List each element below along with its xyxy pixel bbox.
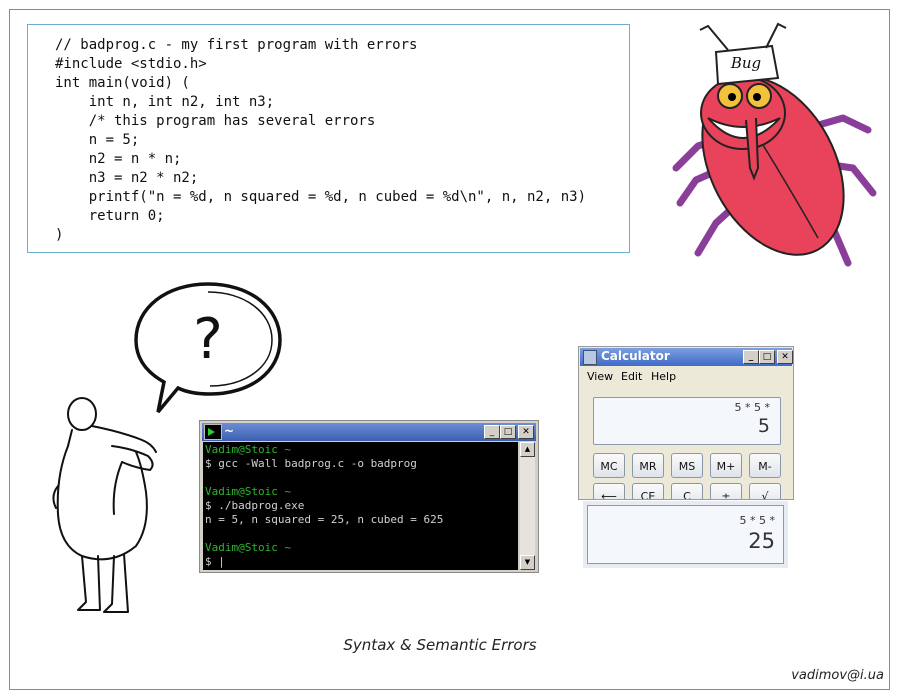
ce-button[interactable]: CE: [632, 483, 664, 499]
calculator-window: Calculator _ □ ✕ View Edit Help 5 * 5 * …: [578, 346, 794, 500]
code-line: return 0;: [55, 208, 165, 224]
code-line: ): [55, 227, 64, 243]
author-email: vadimov@i.ua: [791, 668, 884, 683]
menu-edit[interactable]: Edit: [621, 370, 642, 383]
menu-help[interactable]: Help: [651, 370, 676, 383]
clear-button[interactable]: C: [671, 483, 703, 499]
code-line: // badprog.c - my first program with err…: [55, 37, 418, 53]
terminal-scrollbar[interactable]: ▲ ▼: [520, 442, 535, 570]
display-expression: 5 * 5 *: [734, 401, 771, 414]
m-minus-button[interactable]: M-: [749, 453, 781, 478]
terminal-line: n = 5, n squared = 25, n cubed = 625: [205, 513, 444, 526]
m-plus-button[interactable]: M+: [710, 453, 742, 478]
menu-view[interactable]: View: [587, 370, 613, 383]
question-mark: ?: [193, 307, 223, 372]
ms-button[interactable]: MS: [671, 453, 703, 478]
result-value: 25: [748, 529, 775, 553]
terminal-window: ~ _ □ ✕ Vadim@Stoic ~ $ gcc -Wall badpro…: [199, 420, 539, 573]
display-value: 5: [757, 415, 770, 437]
code-line: int n, int n2, int n3;: [55, 94, 275, 110]
maximize-button[interactable]: □: [759, 350, 775, 364]
minimize-button[interactable]: _: [743, 350, 759, 364]
code-line: n2 = n * n;: [55, 151, 182, 167]
calculator-result-display: 5 * 5 * 25: [587, 505, 784, 564]
calculator-display: 5 * 5 * 5: [593, 397, 781, 445]
mc-button[interactable]: MC: [593, 453, 625, 478]
calculator-menu-bar: View Edit Help: [579, 367, 793, 385]
calculator-icon: [583, 350, 597, 365]
scroll-up-icon[interactable]: ▲: [520, 442, 535, 457]
terminal-title-bar[interactable]: ~ _ □ ✕: [202, 423, 536, 441]
close-button[interactable]: ✕: [518, 425, 534, 439]
mr-button[interactable]: MR: [632, 453, 664, 478]
terminal-input-line[interactable]: $ |: [205, 555, 518, 569]
code-line: n3 = n2 * n2;: [55, 170, 199, 186]
bug-label: Bug: [730, 54, 761, 72]
sqrt-button[interactable]: √: [749, 483, 781, 499]
terminal-output[interactable]: Vadim@Stoic ~ $ gcc -Wall badprog.c -o b…: [203, 442, 518, 570]
calculator-title: Calculator: [601, 349, 670, 363]
terminal-line: Vadim@Stoic ~: [205, 485, 292, 498]
code-line: /* this program has several errors: [55, 113, 376, 129]
code-line: #include <stdio.h>: [55, 56, 207, 72]
code-line: int main(void) (: [55, 75, 190, 91]
calculator-title-bar[interactable]: Calculator _ □ ✕: [580, 348, 793, 366]
code-line: n = 5;: [55, 132, 140, 148]
backspace-button[interactable]: ⟵: [593, 483, 625, 499]
terminal-line: $ ./badprog.exe: [205, 499, 305, 512]
bug-illustration: Bug: [672, 22, 877, 267]
close-button[interactable]: ✕: [777, 350, 793, 364]
person-illustration: [52, 397, 157, 613]
code-listing: // badprog.c - my first program with err…: [27, 24, 630, 253]
result-expression: 5 * 5 *: [739, 514, 776, 527]
terminal-line: $ gcc -Wall badprog.c -o badprog: [205, 457, 417, 470]
caption: Syntax & Semantic Errors: [343, 636, 537, 654]
terminal-line: Vadim@Stoic ~: [205, 541, 292, 554]
terminal-title: ~: [224, 424, 235, 438]
terminal-icon: [204, 424, 222, 440]
negate-button[interactable]: ±: [710, 483, 742, 499]
scroll-down-icon[interactable]: ▼: [520, 555, 535, 570]
terminal-line: Vadim@Stoic ~: [205, 443, 292, 456]
code-line: printf("n = %d, n squared = %d, n cubed …: [55, 189, 587, 205]
maximize-button[interactable]: □: [500, 425, 516, 439]
minimize-button[interactable]: _: [484, 425, 500, 439]
